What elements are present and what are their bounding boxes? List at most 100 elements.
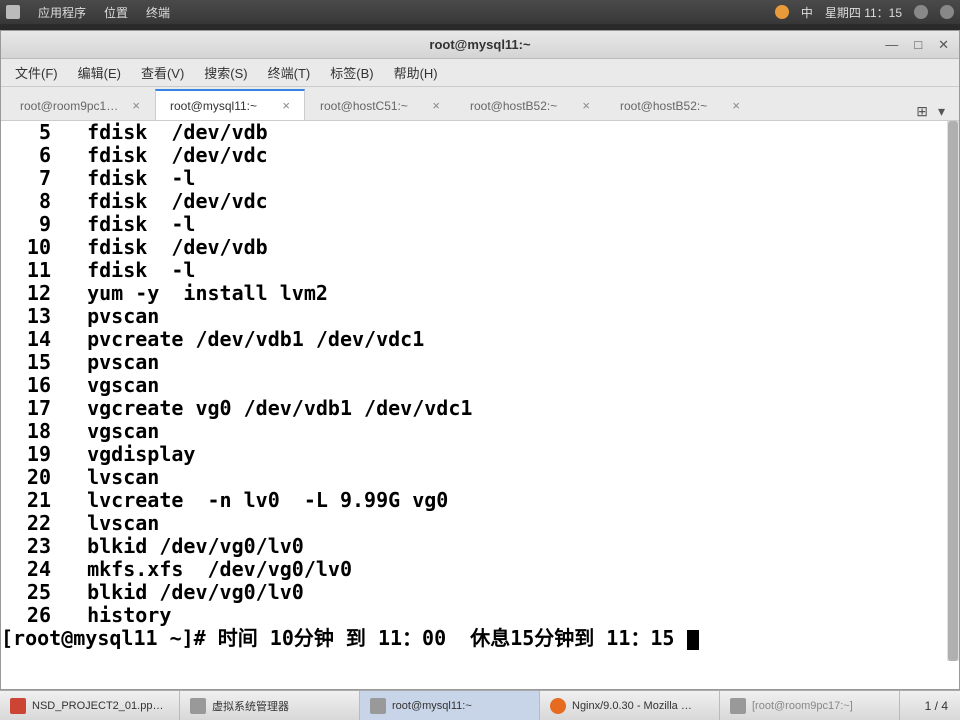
- history-line: 12 yum -y install lvm2: [1, 282, 959, 305]
- history-command: fdisk /dev/vdb: [63, 121, 959, 144]
- history-command: lvscan: [63, 512, 959, 535]
- history-line: 19 vgdisplay: [1, 443, 959, 466]
- prompt-line[interactable]: [root@mysql11 ~]# 时间 10分钟 到 11：00 休息15分钟…: [1, 627, 959, 650]
- history-command: pvscan: [63, 305, 959, 328]
- menu-terminal[interactable]: 终端: [146, 4, 170, 21]
- task-icon: [190, 698, 206, 714]
- line-number: 11: [1, 259, 63, 282]
- line-number: 7: [1, 167, 63, 190]
- terminal-viewport[interactable]: 5 fdisk /dev/vdb6 fdisk /dev/vdc7 fdisk …: [1, 121, 959, 661]
- menubar: 文件(F) 编辑(E) 查看(V) 搜索(S) 终端(T) 标签(B) 帮助(H…: [1, 59, 959, 87]
- history-line: 25 blkid /dev/vg0/lv0: [1, 581, 959, 604]
- tab-label: root@hostB52:~: [620, 99, 707, 113]
- task-icon: [370, 698, 386, 714]
- menu-help[interactable]: 帮助(H): [384, 59, 448, 86]
- line-number: 6: [1, 144, 63, 167]
- history-line: 18 vgscan: [1, 420, 959, 443]
- history-command: pvcreate /dev/vdb1 /dev/vdc1: [63, 328, 959, 351]
- taskbar-item[interactable]: [root@room9pc17:~]: [720, 691, 900, 720]
- line-number: 18: [1, 420, 63, 443]
- task-label: NSD_PROJECT2_01.pp…: [32, 700, 163, 712]
- minimize-button[interactable]: —: [881, 37, 902, 53]
- tab[interactable]: root@hostB52:~×: [455, 90, 605, 120]
- tab-label: root@hostC51:~: [320, 99, 408, 113]
- taskbar-item[interactable]: NSD_PROJECT2_01.pp…: [0, 691, 180, 720]
- line-number: 17: [1, 397, 63, 420]
- history-line: 16 vgscan: [1, 374, 959, 397]
- top-panel-right: 中 星期四 11：15: [775, 4, 954, 21]
- menu-search[interactable]: 搜索(S): [194, 59, 257, 86]
- line-number: 16: [1, 374, 63, 397]
- tab-close-icon[interactable]: ×: [132, 98, 140, 113]
- tab[interactable]: root@mysql11:~×: [155, 89, 305, 120]
- tab-label: root@room9pc1…: [20, 99, 118, 113]
- line-number: 14: [1, 328, 63, 351]
- history-line: 8 fdisk /dev/vdc: [1, 190, 959, 213]
- titlebar[interactable]: root@mysql11:~ — □ ✕: [1, 31, 959, 59]
- history-command: lvscan: [63, 466, 959, 489]
- cursor: [687, 630, 699, 650]
- task-icon: [550, 698, 566, 714]
- taskbar-item[interactable]: 虚拟系统管理器: [180, 691, 360, 720]
- history-command: vgscan: [63, 374, 959, 397]
- menu-file[interactable]: 文件(F): [5, 59, 68, 86]
- power-icon[interactable]: [940, 5, 954, 19]
- history-line: 10 fdisk /dev/vdb: [1, 236, 959, 259]
- workspace-pager[interactable]: 1 / 4: [913, 699, 960, 713]
- tabbar-menu-icon[interactable]: ▾: [938, 103, 945, 120]
- history-line: 24 mkfs.xfs /dev/vg0/lv0: [1, 558, 959, 581]
- tab-close-icon[interactable]: ×: [432, 98, 440, 113]
- history-command: fdisk -l: [63, 213, 959, 236]
- clock[interactable]: 星期四 11：15: [825, 4, 902, 21]
- menu-apps[interactable]: 应用程序: [38, 4, 86, 21]
- tab[interactable]: root@hostB52:~ ×: [605, 90, 755, 120]
- history-line: 9 fdisk -l: [1, 213, 959, 236]
- menu-terminal-m[interactable]: 终端(T): [258, 59, 321, 86]
- history-line: 20 lvscan: [1, 466, 959, 489]
- tab-close-icon[interactable]: ×: [732, 98, 740, 113]
- history-line: 14 pvcreate /dev/vdb1 /dev/vdc1: [1, 328, 959, 351]
- line-number: 25: [1, 581, 63, 604]
- line-number: 26: [1, 604, 63, 627]
- volume-icon[interactable]: [914, 5, 928, 19]
- line-number: 10: [1, 236, 63, 259]
- history-command: pvscan: [63, 351, 959, 374]
- history-command: fdisk /dev/vdc: [63, 190, 959, 213]
- tab-close-icon[interactable]: ×: [282, 98, 290, 113]
- scrollbar[interactable]: [947, 121, 959, 661]
- tab[interactable]: root@room9pc1… ×: [5, 90, 155, 120]
- close-button[interactable]: ✕: [934, 37, 953, 53]
- menu-edit[interactable]: 编辑(E): [68, 59, 131, 86]
- history-command: blkid /dev/vg0/lv0: [63, 581, 959, 604]
- tab-close-icon[interactable]: ×: [582, 98, 590, 113]
- maximize-button[interactable]: □: [910, 37, 926, 53]
- tab[interactable]: root@hostC51:~ ×: [305, 90, 455, 120]
- taskbar-item[interactable]: Nginx/9.0.30 - Mozilla …: [540, 691, 720, 720]
- terminal-window: root@mysql11:~ — □ ✕ 文件(F) 编辑(E) 查看(V) 搜…: [0, 30, 960, 690]
- history-line: 17 vgcreate vg0 /dev/vdb1 /dev/vdc1: [1, 397, 959, 420]
- line-number: 12: [1, 282, 63, 305]
- scrollbar-thumb[interactable]: [948, 121, 958, 661]
- window-controls: — □ ✕: [881, 37, 953, 53]
- history-line: 5 fdisk /dev/vdb: [1, 121, 959, 144]
- taskbar: NSD_PROJECT2_01.pp… 虚拟系统管理器root@mysql11:~…: [0, 690, 960, 720]
- task-label: Nginx/9.0.30 - Mozilla …: [572, 700, 692, 712]
- history-line: 22 lvscan: [1, 512, 959, 535]
- history-command: history: [63, 604, 959, 627]
- ime-indicator[interactable]: 中: [801, 4, 813, 21]
- menu-places[interactable]: 位置: [104, 4, 128, 21]
- menu-view[interactable]: 查看(V): [131, 59, 194, 86]
- window-title: root@mysql11:~: [429, 37, 530, 52]
- apps-icon[interactable]: [6, 5, 20, 19]
- history-command: vgscan: [63, 420, 959, 443]
- notification-icon[interactable]: [775, 5, 789, 19]
- history-command: mkfs.xfs /dev/vg0/lv0: [63, 558, 959, 581]
- history-line: 15 pvscan: [1, 351, 959, 374]
- task-label: [root@room9pc17:~]: [752, 700, 853, 712]
- line-number: 9: [1, 213, 63, 236]
- new-tab-icon[interactable]: ⊞: [916, 103, 928, 120]
- taskbar-item[interactable]: root@mysql11:~: [360, 691, 540, 720]
- line-number: 23: [1, 535, 63, 558]
- menu-tabs[interactable]: 标签(B): [320, 59, 383, 86]
- history-line: 13 pvscan: [1, 305, 959, 328]
